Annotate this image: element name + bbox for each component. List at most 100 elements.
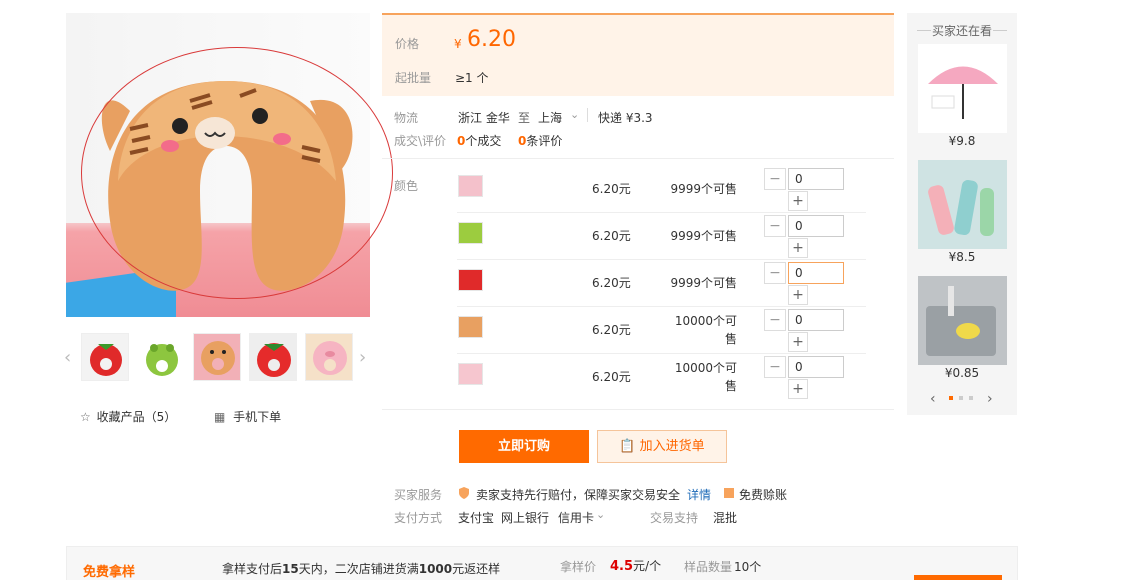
shipping-to-word: 至 <box>518 111 531 125</box>
shipping-label: 物流 <box>394 111 419 125</box>
variant-price: 6.20元 <box>592 370 631 384</box>
recommend-item-bottles[interactable] <box>918 160 1007 249</box>
chevron-left-icon[interactable]: ‹ <box>930 391 936 407</box>
variant-price: 6.20元 <box>592 229 631 243</box>
payment-credit-card[interactable]: 信用卡 <box>558 509 594 526</box>
thumbnail-tiger[interactable] <box>193 333 241 381</box>
quantity-input[interactable]: 0 <box>788 262 844 284</box>
quantity-input[interactable]: 0 <box>788 356 844 378</box>
shipping-destination-select[interactable]: 上海 <box>538 109 562 126</box>
variant-row: 6.20元 9999个可售 − 0 + <box>457 214 866 260</box>
chevron-left-icon[interactable]: ‹ <box>64 347 71 368</box>
price-currency: ¥ <box>454 37 462 51</box>
decrease-button[interactable]: − <box>764 356 786 378</box>
chevron-down-icon[interactable]: ⌄ <box>570 108 579 121</box>
decrease-button[interactable]: − <box>764 262 786 284</box>
variant-stock: 9999个可售 <box>670 276 737 290</box>
shipping-method: 快递 ¥3.3 <box>598 111 653 125</box>
service-text: 卖家支持先行赔付，保障买家交易安全 <box>476 488 681 502</box>
decrease-button[interactable]: − <box>764 215 786 237</box>
variant-row: 6.20元 9999个可售 − 0 + <box>457 167 866 213</box>
sample-price-label: 拿样价 <box>560 560 597 574</box>
qr-code-icon: ▦ <box>214 410 226 424</box>
chevron-right-icon[interactable]: › <box>359 347 366 368</box>
variant-price: 6.20元 <box>592 276 631 290</box>
quantity-input[interactable]: 0 <box>788 168 844 190</box>
recommendation-panel: 买家还在看 ¥9.8 ¥8.5 ¥0.85 ‹ › <box>907 13 1017 415</box>
price-label: 价格 <box>395 37 420 51</box>
credit-icon <box>724 488 734 498</box>
star-icon: ☆ <box>80 410 91 424</box>
free-sample-text: 拿样支付后15天内，二次店铺进货满1000元返还样 <box>222 562 501 576</box>
sample-count-label: 样品数量 <box>684 560 733 574</box>
shipping-from: 浙江 金华 <box>458 111 510 125</box>
variant-price: 6.20元 <box>592 182 631 196</box>
mobile-order[interactable]: ▦ 手机下单 <box>214 408 281 425</box>
payment-alipay: 支付宝 <box>458 511 495 525</box>
free-sample-banner: 免费拿样 拿样支付后15天内，二次店铺进货满1000元返还样 拿样价 4.5元/… <box>66 546 1018 580</box>
reviews-count[interactable]: 0条评价 <box>518 132 562 149</box>
decrease-button[interactable]: − <box>764 309 786 331</box>
trade-support-value: 混批 <box>713 511 738 525</box>
carousel-dot[interactable] <box>969 396 973 400</box>
service-detail-link[interactable]: 详情 <box>687 486 711 503</box>
carousel-dot[interactable] <box>959 396 963 400</box>
thumbnail-strawberry[interactable] <box>81 333 129 381</box>
deals-count[interactable]: 0个成交 <box>457 132 501 149</box>
increase-button[interactable]: + <box>788 191 808 211</box>
increase-button[interactable]: + <box>788 332 808 352</box>
variant-stock: 10000个可售 <box>674 314 737 346</box>
get-sample-button[interactable] <box>914 575 1002 580</box>
increase-button[interactable]: + <box>788 379 808 399</box>
favorite-product[interactable]: ☆ 收藏产品（5） <box>80 408 176 425</box>
recommend-item-sink[interactable] <box>918 276 1007 365</box>
service-label: 买家服务 <box>394 488 443 502</box>
quantity-input[interactable]: 0 <box>788 309 844 331</box>
add-to-cart-button[interactable]: 📋 加入进货单 <box>597 430 727 463</box>
variant-stock: 9999个可售 <box>670 229 737 243</box>
thumbnail-pig[interactable] <box>305 333 353 381</box>
price-value: 6.20 <box>467 27 516 52</box>
variant-row: 6.20元 9999个可售 − 0 + <box>457 261 866 307</box>
variant-swatch-pink[interactable] <box>458 175 483 197</box>
recommend-price: ¥8.5 <box>948 250 976 264</box>
variant-row: 6.20元 10000个可售 − 0 + <box>457 355 866 401</box>
divider <box>382 158 894 159</box>
product-main-image[interactable] <box>66 13 370 317</box>
increase-button[interactable]: + <box>788 285 808 305</box>
variant-swatch-green[interactable] <box>458 222 483 244</box>
price-panel: 价格 ¥ 6.20 起批量 ≥1 个 <box>382 13 894 96</box>
variant-row: 6.20元 10000个可售 − 0 + <box>457 308 866 354</box>
color-label: 颜色 <box>394 179 419 193</box>
thumbnail-strip: ‹ › <box>64 333 376 383</box>
clipboard-icon: 📋 <box>619 439 636 454</box>
cat-pillow-image <box>101 81 353 291</box>
recommendation-title: 买家还在看 <box>907 22 1017 39</box>
divider <box>382 409 894 410</box>
divider <box>587 108 588 122</box>
recommend-item-umbrella[interactable] <box>918 44 1007 133</box>
deals-label: 成交\评价 <box>394 134 447 148</box>
recommend-price: ¥0.85 <box>944 366 980 380</box>
carousel-dot-active[interactable] <box>949 396 953 400</box>
thumbnail-strawberry-2[interactable] <box>249 333 297 381</box>
free-sample-logo: 免费拿样 <box>83 565 136 580</box>
variant-swatch-orange[interactable] <box>458 316 483 338</box>
shield-icon <box>459 487 469 499</box>
decrease-button[interactable]: − <box>764 168 786 190</box>
sample-price: 4.5元/个 <box>610 559 662 574</box>
moq-label: 起批量 <box>395 71 432 85</box>
chevron-right-icon[interactable]: › <box>987 391 993 407</box>
chevron-down-icon[interactable]: ⌄ <box>596 508 605 521</box>
variant-swatch-red[interactable] <box>458 269 483 291</box>
free-credit-label[interactable]: 免费赊账 <box>739 486 787 503</box>
favorite-label: 收藏产品（5） <box>96 410 177 424</box>
payment-online-bank: 网上银行 <box>501 511 550 525</box>
increase-button[interactable]: + <box>788 238 808 258</box>
trade-support-label: 交易支持 <box>650 511 699 525</box>
variant-swatch-pig[interactable] <box>458 363 483 385</box>
quantity-input[interactable]: 0 <box>788 215 844 237</box>
variant-stock: 10000个可售 <box>674 361 737 393</box>
order-now-button[interactable]: 立即订购 <box>459 430 589 463</box>
thumbnail-frog[interactable] <box>137 333 185 381</box>
